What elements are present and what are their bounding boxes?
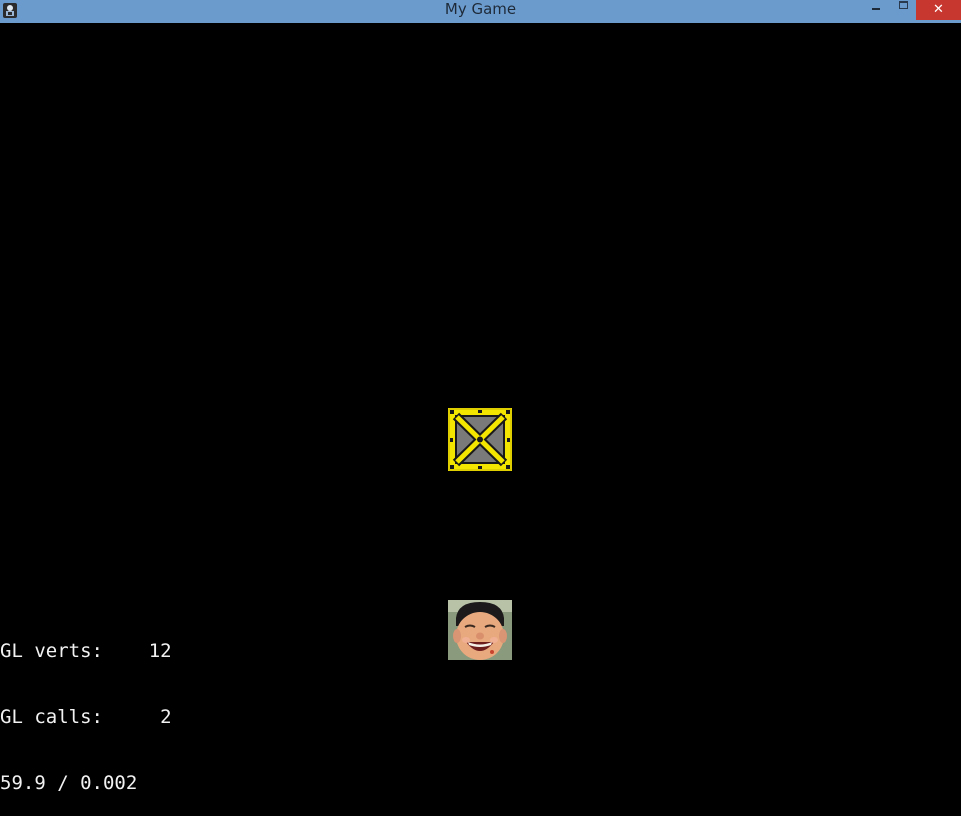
fps-stat: 59.9 / 0.002 [0, 772, 138, 794]
game-viewport[interactable] [0, 23, 961, 660]
window-title: My Game [444, 0, 517, 18]
close-button[interactable]: ✕ [916, 0, 961, 20]
maximize-button[interactable] [890, 0, 916, 20]
maximize-icon [899, 1, 908, 9]
face-sprite [448, 600, 512, 660]
window-titlebar[interactable]: My Game ✕ [0, 0, 961, 23]
crate-sprite [448, 408, 512, 471]
minimize-button[interactable] [864, 0, 890, 20]
close-icon: ✕ [933, 2, 944, 17]
minimize-icon [872, 8, 880, 10]
debug-stats-overlay: GL verts: 12 GL calls: 2 59.9 / 0.002 [0, 596, 200, 816]
gl-verts-stat: GL verts: 12 [0, 640, 172, 662]
gl-calls-stat: GL calls: 2 [0, 706, 172, 728]
